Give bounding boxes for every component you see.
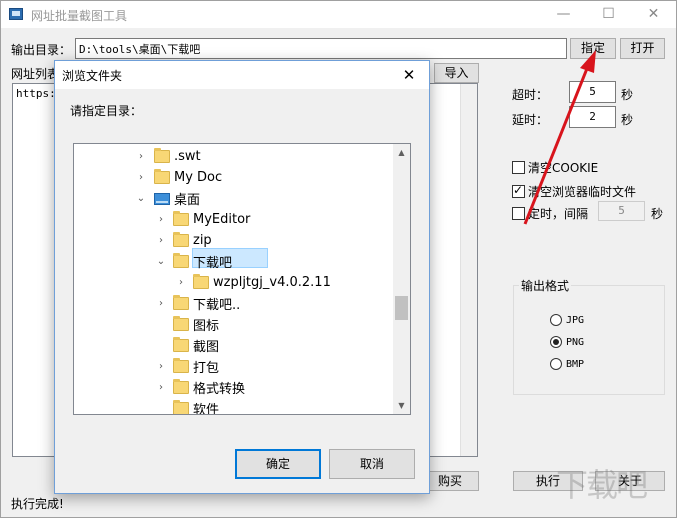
expand-arrow-icon[interactable]: › xyxy=(156,213,166,227)
tree-node[interactable]: 图标 xyxy=(74,314,394,335)
collapse-arrow-icon[interactable]: ⌄ xyxy=(136,192,146,206)
folder-icon xyxy=(173,337,189,352)
tree-node-selected[interactable]: ⌄ 下载吧 xyxy=(74,251,394,272)
browse-folder-dialog: 浏览文件夹 ✕ 请指定目录： › .swt › My Doc ⌄ 桌面 › My… xyxy=(54,60,430,494)
collapse-arrow-icon[interactable]: ⌄ xyxy=(156,255,166,269)
dialog-close-button[interactable]: ✕ xyxy=(389,61,429,89)
tree-node[interactable]: 截图 xyxy=(74,335,394,356)
scroll-down-icon[interactable]: ▼ xyxy=(393,397,410,414)
folder-icon xyxy=(193,274,209,289)
folder-tree[interactable]: › .swt › My Doc ⌄ 桌面 › MyEditor › zip ⌄ … xyxy=(73,143,411,415)
tree-node-label: 下载吧.. xyxy=(193,298,241,313)
folder-icon xyxy=(173,232,189,247)
folder-icon xyxy=(173,400,189,414)
tree-node-label: zip xyxy=(193,233,212,248)
tree-node[interactable]: › MyEditor xyxy=(74,209,394,230)
tree-node-label: MyEditor xyxy=(193,212,251,227)
expand-arrow-icon[interactable]: › xyxy=(136,150,146,164)
dialog-prompt: 请指定目录： xyxy=(70,104,143,118)
tree-node-label: 桌面 xyxy=(174,193,201,208)
tree-node[interactable]: › 下载吧.. xyxy=(74,293,394,314)
tree-node[interactable]: › wzpljtgj_v4.0.2.11 xyxy=(74,272,394,293)
tree-node-label: 图标 xyxy=(193,319,220,334)
tree-node-label: 下载吧 xyxy=(193,256,233,271)
expand-arrow-icon[interactable]: › xyxy=(156,381,166,395)
scroll-up-icon[interactable]: ▲ xyxy=(393,144,410,161)
tree-scrollbar[interactable]: ▲ ▼ xyxy=(393,144,410,414)
tree-node[interactable]: › .swt xyxy=(74,146,394,167)
tree-node[interactable]: › 格式转换 xyxy=(74,377,394,398)
folder-icon xyxy=(154,148,170,163)
expand-arrow-icon[interactable]: › xyxy=(156,360,166,374)
tree-node-label: 软件 xyxy=(193,403,220,415)
folder-icon xyxy=(173,253,189,268)
tree-node-label: .swt xyxy=(174,149,201,164)
folder-icon xyxy=(173,211,189,226)
tree-node-label: My Doc xyxy=(174,170,223,185)
tree-node[interactable]: › 打包 xyxy=(74,356,394,377)
tree-node-label: 格式转换 xyxy=(193,382,246,397)
expand-arrow-icon[interactable]: › xyxy=(156,297,166,311)
expand-arrow-icon[interactable]: › xyxy=(176,276,186,290)
folder-icon xyxy=(173,295,189,310)
desktop-icon xyxy=(154,192,170,205)
dialog-cancel-button[interactable]: 取消 xyxy=(329,449,415,479)
folder-icon xyxy=(173,379,189,394)
expand-arrow-icon[interactable]: › xyxy=(136,171,146,185)
folder-icon xyxy=(173,316,189,331)
tree-node[interactable]: › zip xyxy=(74,230,394,251)
scroll-thumb[interactable] xyxy=(395,296,408,320)
tree-node[interactable]: 软件 xyxy=(74,398,394,415)
dialog-title: 浏览文件夹 xyxy=(62,69,123,83)
tree-node[interactable]: › My Doc xyxy=(74,167,394,188)
folder-icon xyxy=(173,358,189,373)
dialog-ok-button[interactable]: 确定 xyxy=(235,449,321,479)
tree-node-label: wzpljtgj_v4.0.2.11 xyxy=(213,275,331,290)
dialog-title-bar: 浏览文件夹 ✕ xyxy=(55,61,429,89)
tree-node-label: 截图 xyxy=(193,340,220,355)
tree-node[interactable]: ⌄ 桌面 xyxy=(74,188,394,209)
expand-arrow-icon[interactable]: › xyxy=(156,234,166,248)
tree-node-label: 打包 xyxy=(193,361,220,376)
folder-icon xyxy=(154,169,170,184)
